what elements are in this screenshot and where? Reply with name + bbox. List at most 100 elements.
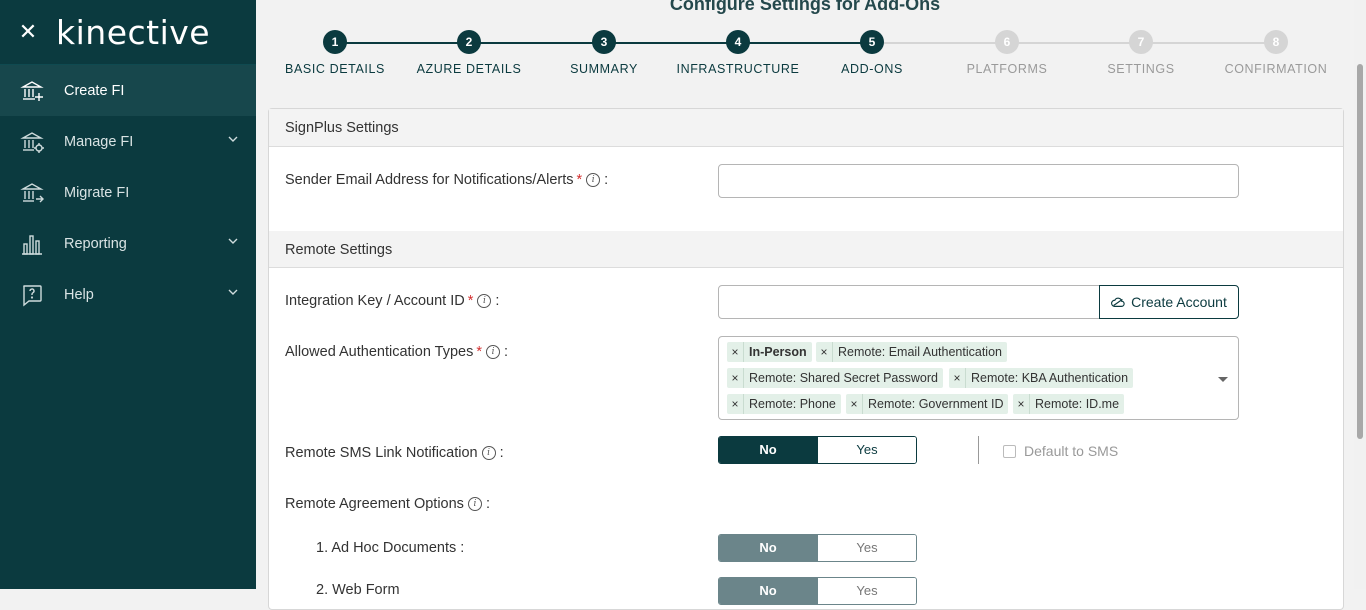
toggle-no-option[interactable]: No — [719, 437, 817, 463]
auth-types-select[interactable]: × In-Person × Remote: Email Authenticati… — [718, 336, 1239, 420]
auth-tag: × Remote: Government ID — [846, 394, 1009, 414]
sidebar-item-label: Create FI — [64, 82, 125, 99]
tag-label: Remote: Phone — [749, 397, 836, 411]
step-label: ADD-ONS — [841, 62, 903, 76]
integration-key-input[interactable] — [718, 285, 1100, 319]
auth-tag: × Remote: Phone — [727, 394, 841, 414]
remove-tag-icon[interactable]: × — [816, 342, 833, 362]
step-label: SETTINGS — [1107, 62, 1175, 76]
bank-arrow-icon — [0, 181, 64, 205]
label-text: Sender Email Address for Notifications/A… — [285, 172, 574, 188]
step-4[interactable]: 4 INFRASTRUCTURE — [668, 30, 808, 76]
default-sms-checkbox[interactable]: Default to SMS — [1003, 443, 1118, 459]
required-mark: * — [576, 172, 583, 188]
sms-notification-label: Remote SMS Link Notification i : — [285, 445, 504, 461]
bar-chart-icon — [0, 232, 64, 256]
step-7: 7 SETTINGS — [1071, 30, 1211, 76]
sidebar-item-migrate-fi[interactable]: Migrate FI — [0, 167, 256, 218]
remove-tag-icon[interactable]: × — [949, 368, 966, 388]
auth-tag: × Remote: Email Authentication — [816, 342, 1007, 362]
default-sms-label: Default to SMS — [1024, 443, 1119, 459]
sidebar-item-manage-fi[interactable]: Manage FI — [0, 116, 256, 167]
step-label: AZURE DETAILS — [416, 62, 522, 76]
main-content: Configure Settings for Add-Ons 1 BASIC D… — [256, 0, 1354, 610]
help-icon — [0, 283, 64, 307]
step-label: SUMMARY — [570, 62, 638, 76]
web-form-toggle: No Yes — [718, 577, 917, 605]
auth-types-label: Allowed Authentication Types * i : — [285, 344, 508, 360]
info-icon[interactable]: i — [586, 173, 601, 187]
step-5[interactable]: 5 ADD-ONS — [802, 30, 942, 76]
remove-tag-icon[interactable]: × — [727, 342, 744, 362]
adhoc-documents-label: 1. Ad Hoc Documents : — [316, 540, 465, 556]
create-account-label: Create Account — [1131, 294, 1227, 310]
sidebar-item-reporting[interactable]: Reporting — [0, 218, 256, 269]
tag-label: Remote: KBA Authentication — [971, 371, 1129, 385]
colon: : — [504, 344, 509, 360]
remove-tag-icon[interactable]: × — [727, 368, 744, 388]
chevron-down-icon — [228, 136, 238, 142]
sidebar-item-create-fi[interactable]: Create FI — [0, 65, 256, 116]
info-icon[interactable]: i — [477, 294, 492, 308]
tag-label: In-Person — [749, 345, 807, 359]
sidebar-item-help[interactable]: Help — [0, 269, 256, 320]
sender-email-input[interactable] — [718, 164, 1239, 198]
toggle-yes-option[interactable]: Yes — [817, 437, 916, 463]
step-number: 7 — [1129, 30, 1153, 54]
remove-tag-icon[interactable]: × — [846, 394, 863, 414]
stepper: 1 BASIC DETAILS 2 AZURE DETAILS 3 SUMMAR… — [256, 30, 1354, 90]
remove-tag-icon[interactable]: × — [1013, 394, 1030, 414]
logo: kinective — [56, 12, 211, 52]
step-number: 8 — [1264, 30, 1288, 54]
label-text: Integration Key / Account ID — [285, 293, 465, 309]
required-mark: * — [476, 344, 483, 360]
step-1[interactable]: 1 BASIC DETAILS — [265, 30, 405, 76]
checkbox-box[interactable] — [1003, 444, 1016, 458]
create-account-button[interactable]: Create Account — [1099, 285, 1239, 319]
sidebar-item-label: Manage FI — [64, 133, 134, 150]
chevron-down-icon — [228, 238, 238, 244]
bank-gear-icon — [0, 130, 64, 154]
sender-email-label: Sender Email Address for Notifications/A… — [285, 172, 608, 188]
toggle-yes-option[interactable]: Yes — [817, 578, 916, 604]
remote-section-heading: Remote Settings — [269, 230, 1343, 268]
sidebar-item-label: Help — [64, 286, 94, 303]
label-text: Remote SMS Link Notification — [285, 445, 478, 461]
dropdown-caret-icon[interactable] — [1218, 377, 1228, 382]
colon: : — [495, 293, 500, 309]
colon: : — [499, 445, 504, 461]
colon: : — [604, 172, 609, 188]
cloud-icon — [1111, 297, 1125, 307]
scrollbar-thumb[interactable] — [1357, 64, 1363, 439]
bank-add-icon — [0, 79, 64, 103]
web-form-label: 2. Web Form — [316, 582, 400, 598]
signplus-section-heading: SignPlus Settings — [269, 109, 1343, 147]
close-icon[interactable]: ✕ — [0, 19, 56, 45]
toggle-yes-option[interactable]: Yes — [817, 535, 916, 561]
tag-label: Remote: Government ID — [868, 397, 1004, 411]
info-icon[interactable]: i — [481, 446, 496, 460]
step-2[interactable]: 2 AZURE DETAILS — [399, 30, 539, 76]
auth-tag: × Remote: KBA Authentication — [949, 368, 1134, 388]
integration-key-label: Integration Key / Account ID * i : — [285, 293, 499, 309]
toggle-no-option[interactable]: No — [719, 535, 817, 561]
scrollbar[interactable] — [1354, 0, 1366, 589]
step-6: 6 PLATFORMS — [937, 30, 1077, 76]
vertical-divider — [978, 436, 979, 464]
sidebar-item-label: Migrate FI — [64, 184, 130, 201]
toggle-no-option[interactable]: No — [719, 578, 817, 604]
info-icon[interactable]: i — [486, 345, 501, 359]
agreement-options-label: Remote Agreement Options i : — [285, 496, 490, 512]
info-icon[interactable]: i — [467, 497, 482, 511]
step-3[interactable]: 3 SUMMARY — [534, 30, 674, 76]
label-text: Remote Agreement Options — [285, 496, 464, 512]
remove-tag-icon[interactable]: × — [727, 394, 744, 414]
colon: : — [485, 496, 490, 512]
sidebar-item-label: Reporting — [64, 235, 127, 252]
page-title: Configure Settings for Add-Ons — [669, 0, 941, 14]
step-8: 8 CONFIRMATION — [1206, 30, 1346, 76]
step-number: 5 — [860, 30, 884, 54]
step-label: BASIC DETAILS — [285, 62, 385, 76]
tag-label: Remote: ID.me — [1035, 397, 1120, 411]
step-label: PLATFORMS — [966, 62, 1048, 76]
